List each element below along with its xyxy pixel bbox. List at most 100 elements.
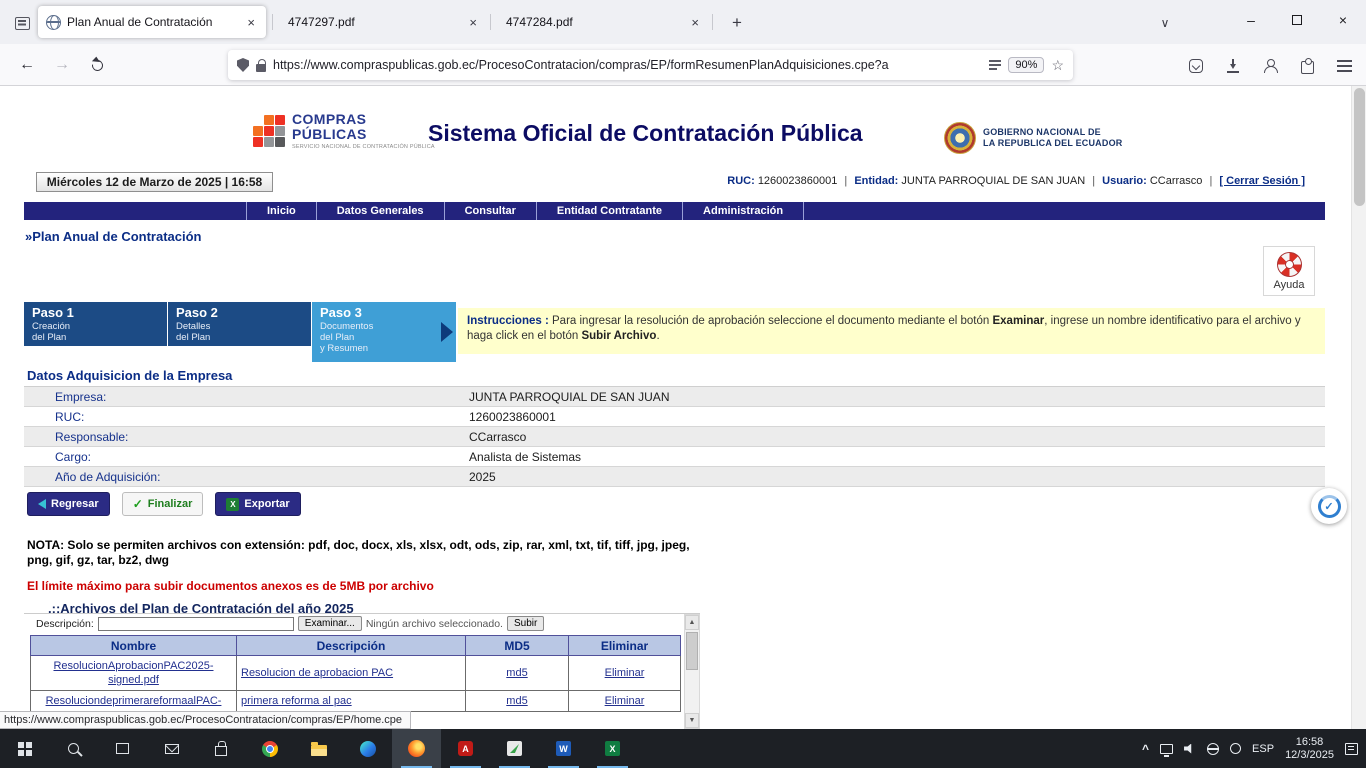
wizard-step-1[interactable]: Paso 1 Creación del Plan: [24, 302, 167, 346]
forward-button[interactable]: →: [47, 51, 77, 79]
tab-close-icon[interactable]: ×: [688, 15, 702, 30]
menu-consultar[interactable]: Consultar: [445, 202, 537, 220]
back-arrow-icon: [38, 499, 46, 509]
address-bar[interactable]: https://www.compraspublicas.gob.ec/Proce…: [228, 50, 1073, 80]
finalizar-button[interactable]: ✓ Finalizar: [122, 492, 204, 516]
word-app-button[interactable]: W: [539, 729, 588, 768]
app-menu-button[interactable]: [1330, 52, 1358, 80]
ruc-value: 1260023860001: [758, 175, 838, 187]
screen: Plan Anual de Contratación × 4747297.pdf…: [0, 0, 1366, 768]
file-name-link[interactable]: ResoluciondeprimerareformaalPAC-: [46, 695, 222, 707]
status-ring-icon[interactable]: [1230, 743, 1241, 754]
reload-icon: [89, 57, 104, 72]
mail-app-button[interactable]: [147, 729, 196, 768]
bookmark-star-icon[interactable]: ☆: [1051, 57, 1064, 74]
files-scrollbar-thumb[interactable]: [686, 632, 698, 670]
help-button[interactable]: Ayuda: [1263, 246, 1315, 296]
compras-publicas-mosaic-icon: [253, 115, 285, 147]
lock-icon[interactable]: [256, 64, 266, 72]
file-name-link[interactable]: ResolucionAprobacionPAC2025-signed.pdf: [53, 660, 213, 686]
language-indicator[interactable]: ESP: [1252, 743, 1274, 755]
close-window-button[interactable]: ×: [1320, 0, 1366, 40]
tab-4747284-pdf[interactable]: 4747284.pdf ×: [492, 6, 710, 38]
reader-mode-icon[interactable]: [989, 58, 1001, 72]
downloads-button[interactable]: [1219, 52, 1247, 80]
screen-capture-app-button[interactable]: [490, 729, 539, 768]
menu-datos-generales[interactable]: Datos Generales: [317, 202, 445, 220]
menu-administracion[interactable]: Administración: [683, 202, 804, 220]
zoom-level-badge[interactable]: 90%: [1008, 57, 1044, 73]
file-description-link[interactable]: Resolucion de aprobacion PAC: [241, 667, 393, 679]
logo-tagline: SERVICIO NACIONAL DE CONTRATACIÓN PÚBLIC…: [292, 144, 435, 150]
scroll-up-icon[interactable]: ▲: [685, 615, 699, 630]
task-view-button[interactable]: [98, 729, 147, 768]
md5-link[interactable]: md5: [506, 695, 527, 707]
field-value: JUNTA PARROQUIAL DE SAN JUAN: [444, 390, 669, 404]
exportar-button[interactable]: X Exportar: [215, 492, 300, 516]
reload-button[interactable]: [82, 51, 112, 79]
page-scrollbar[interactable]: [1351, 86, 1366, 729]
tracking-protection-shield-icon[interactable]: [237, 58, 249, 72]
account-icon: [1263, 59, 1277, 73]
wizard-step-2[interactable]: Paso 2 Detalles del Plan: [168, 302, 311, 346]
subir-button[interactable]: Subir: [507, 616, 544, 631]
account-button[interactable]: [1256, 52, 1284, 80]
clock[interactable]: 16:58 12/3/2025: [1285, 736, 1334, 762]
eliminar-link[interactable]: Eliminar: [605, 667, 645, 679]
url-text[interactable]: https://www.compraspublicas.gob.ec/Proce…: [273, 58, 982, 72]
tab-title: 4747284.pdf: [506, 15, 682, 29]
firefox-view-button[interactable]: [9, 10, 35, 36]
tab-close-icon[interactable]: ×: [244, 15, 258, 30]
column-md5: MD5: [466, 636, 569, 656]
page-scrollbar-thumb[interactable]: [1354, 88, 1365, 206]
tab-plan-anual-de-contratacion[interactable]: Plan Anual de Contratación ×: [38, 6, 266, 38]
store-app-button[interactable]: [196, 729, 245, 768]
menu-entidad-contratante[interactable]: Entidad Contratante: [537, 202, 683, 220]
search-button[interactable]: [49, 729, 98, 768]
tray-expand-icon[interactable]: ^: [1142, 742, 1149, 756]
menu-inicio[interactable]: Inicio: [246, 202, 317, 220]
edge-app-button[interactable]: [343, 729, 392, 768]
md5-link[interactable]: md5: [506, 667, 527, 679]
step-subtitle: Creación del Plan: [32, 321, 159, 343]
excel-app-button[interactable]: X: [588, 729, 637, 768]
descripcion-input[interactable]: [98, 617, 294, 631]
network-icon[interactable]: [1207, 743, 1219, 755]
file-explorer-button[interactable]: [294, 729, 343, 768]
back-button[interactable]: ←: [12, 51, 42, 79]
logout-link[interactable]: [ Cerrar Sesión ]: [1219, 175, 1305, 187]
datetime-display: Miércoles 12 de Marzo de 2025 | 16:58: [36, 172, 273, 192]
chrome-app-button[interactable]: [245, 729, 294, 768]
pocket-button[interactable]: [1182, 52, 1210, 80]
eliminar-link[interactable]: Eliminar: [605, 695, 645, 707]
scroll-down-icon[interactable]: ▼: [685, 713, 699, 728]
examinar-button[interactable]: Examinar...: [298, 616, 362, 631]
files-scrollbar[interactable]: ▲ ▼: [684, 614, 700, 729]
breadcrumb: »Plan Anual de Contratación: [25, 229, 202, 244]
field-label: Empresa:: [24, 390, 444, 404]
volume-icon[interactable]: [1184, 744, 1196, 754]
tab-4747297-pdf[interactable]: 4747297.pdf ×: [274, 6, 488, 38]
descripcion-label: Descripción:: [36, 618, 94, 630]
file-description-link[interactable]: primera reforma al pac: [241, 695, 352, 707]
start-button[interactable]: [0, 729, 49, 768]
step-arrow-icon: [441, 322, 453, 342]
tab-close-icon[interactable]: ×: [466, 15, 480, 30]
column-eliminar: Eliminar: [569, 636, 681, 656]
system-tray: ^ ESP 16:58 12/3/2025: [1142, 729, 1366, 768]
step-subtitle: Detalles del Plan: [176, 321, 303, 343]
wizard-step-3-active[interactable]: Paso 3 Documentos del Plan y Resumen: [312, 302, 456, 362]
maximize-button[interactable]: [1274, 0, 1320, 40]
minimize-button[interactable]: –: [1228, 0, 1274, 40]
list-all-tabs-button[interactable]: ∨: [1152, 10, 1178, 36]
floating-capture-widget[interactable]: ✓: [1311, 488, 1347, 524]
firefox-app-button[interactable]: [392, 729, 441, 768]
new-tab-button[interactable]: +: [724, 10, 750, 36]
instructions-bold: Subir Archivo: [581, 330, 656, 342]
gov-logo: GOBIERNO NACIONAL DE LA REPUBLICA DEL EC…: [944, 122, 1122, 154]
action-center-icon[interactable]: [1345, 743, 1358, 755]
acrobat-app-button[interactable]: A: [441, 729, 490, 768]
regresar-button[interactable]: Regresar: [27, 492, 110, 516]
extensions-button[interactable]: [1293, 52, 1321, 80]
display-status-icon[interactable]: [1160, 744, 1173, 754]
